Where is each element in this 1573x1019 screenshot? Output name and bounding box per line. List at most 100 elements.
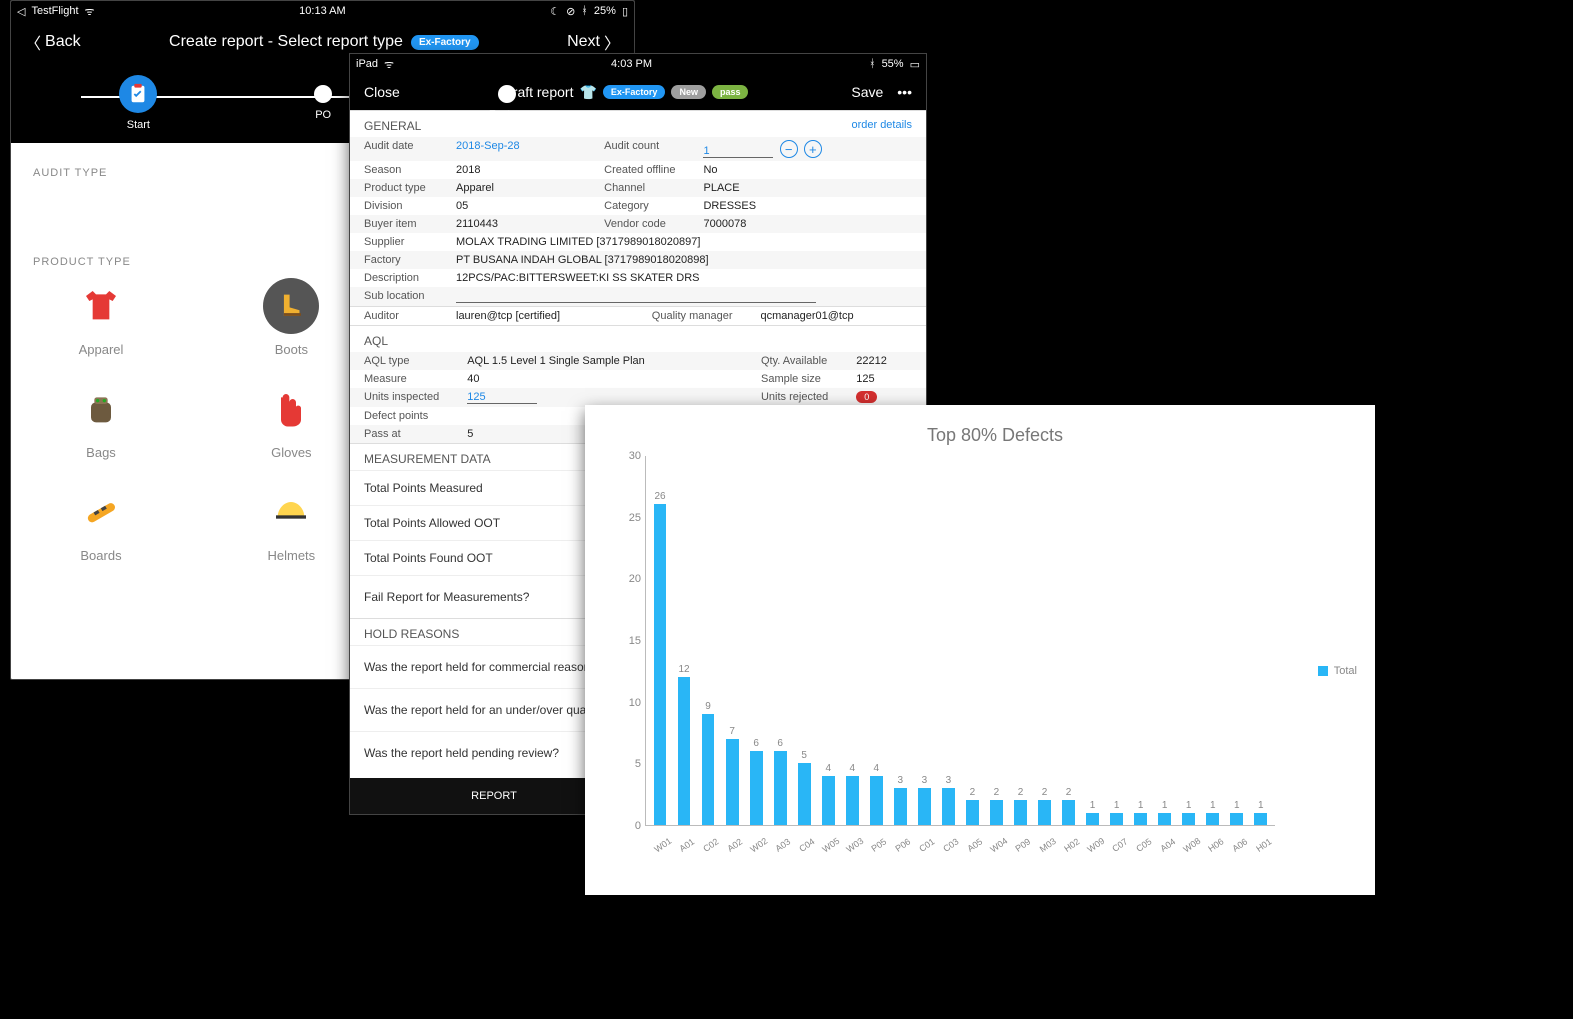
- general-table: Audit date2018-Sep-28 Audit count 1 − + …: [350, 137, 926, 306]
- clipboard-icon: [119, 75, 157, 113]
- next-label: Next: [567, 33, 600, 51]
- bar-H02: 2: [1059, 787, 1079, 825]
- bar: [1062, 800, 1075, 825]
- x-tick: P06: [892, 835, 914, 855]
- minus-button[interactable]: −: [780, 140, 798, 158]
- bar: [1134, 813, 1147, 825]
- x-tick: W05: [820, 835, 842, 855]
- bar-C02: 9: [698, 701, 718, 825]
- bar: [798, 763, 811, 825]
- audit-count-value[interactable]: 1: [703, 145, 773, 158]
- bar: [654, 504, 667, 825]
- product-gloves[interactable]: Gloves: [241, 381, 341, 460]
- tshirt-red-icon: 👕: [579, 84, 596, 101]
- save-button[interactable]: Save: [851, 84, 883, 100]
- bar-P05: 4: [866, 763, 886, 825]
- bar-W04: 2: [986, 787, 1006, 825]
- bluetooth-icon: ᚼ: [581, 5, 588, 17]
- sublocation-input[interactable]: [456, 290, 816, 303]
- y-tick: 0: [635, 820, 641, 832]
- x-tick: W02: [748, 835, 770, 855]
- bar-P09: 2: [1010, 787, 1030, 825]
- back-button[interactable]: 〈 Back: [25, 30, 81, 54]
- bar-value-label: 1: [1186, 800, 1192, 811]
- bar: [918, 788, 931, 825]
- device-label: iPad: [356, 58, 378, 70]
- bar-W08: 1: [1179, 800, 1199, 825]
- product-apparel[interactable]: Apparel: [51, 278, 151, 357]
- bar: [1158, 813, 1171, 825]
- y-tick: 20: [629, 573, 641, 585]
- general-label: GENERAL: [364, 119, 421, 133]
- product-boots[interactable]: Boots: [241, 278, 341, 357]
- bar-C04: 5: [794, 750, 814, 825]
- chevron-left-icon: 〈: [25, 30, 41, 54]
- y-tick: 10: [629, 697, 641, 709]
- bar-value-label: 7: [729, 726, 735, 737]
- bar: [1254, 813, 1267, 825]
- step-po[interactable]: PO: [314, 85, 332, 121]
- more-icon[interactable]: •••: [897, 84, 912, 100]
- product-helmets[interactable]: Helmets: [241, 484, 341, 563]
- x-tick: W09: [1084, 835, 1106, 855]
- bar-A05: 2: [962, 787, 982, 825]
- bar: [750, 751, 763, 825]
- bar: [894, 788, 907, 825]
- bar-value-label: 2: [1042, 787, 1048, 798]
- x-tick: M03: [1036, 835, 1058, 855]
- pill-new: New: [671, 85, 706, 99]
- product-boards[interactable]: Boards: [51, 484, 151, 563]
- y-tick: 30: [629, 450, 641, 462]
- bar-A03: 6: [770, 738, 790, 825]
- x-tick: H01: [1253, 835, 1275, 855]
- wifi-icon: ᯤ: [85, 4, 95, 19]
- back-label: Back: [45, 33, 81, 51]
- y-tick: 15: [629, 635, 641, 647]
- chart-area: 051015202530 261297665444333222221111111…: [645, 456, 1275, 846]
- aql-label: AQL: [364, 334, 388, 348]
- next-button[interactable]: Next 〉: [567, 30, 620, 54]
- status-time-2: 4:03 PM: [394, 58, 869, 70]
- bar-value-label: 1: [1234, 800, 1240, 811]
- bar-value-label: 3: [922, 775, 928, 786]
- bar-H01: 1: [1251, 800, 1271, 825]
- bar-M03: 2: [1035, 787, 1055, 825]
- product-bags[interactable]: Bags: [51, 381, 151, 460]
- plus-button[interactable]: +: [804, 140, 822, 158]
- bar-W05: 4: [818, 763, 838, 825]
- units-inspected-value[interactable]: 125: [467, 391, 537, 404]
- snowboard-icon: [73, 484, 129, 540]
- bar-value-label: 1: [1162, 800, 1168, 811]
- x-tick: C03: [940, 835, 962, 855]
- close-button[interactable]: Close: [364, 84, 400, 100]
- step-start[interactable]: Start: [119, 75, 157, 131]
- x-tick: A02: [724, 835, 746, 855]
- step-factory[interactable]: Factory: [489, 85, 526, 121]
- x-tick: A01: [676, 835, 698, 855]
- units-rejected-badge: 0: [856, 391, 877, 403]
- bar-value-label: 4: [874, 763, 880, 774]
- legend-swatch: [1318, 666, 1328, 676]
- bar-value-label: 26: [654, 491, 665, 502]
- helmet-icon: [263, 484, 319, 540]
- chart-title: Top 80% Defects: [635, 425, 1355, 446]
- audit-date-value[interactable]: 2018-Sep-28: [442, 137, 590, 161]
- x-tick: C02: [700, 835, 722, 855]
- x-tick: A05: [964, 835, 986, 855]
- legend-label: Total: [1334, 665, 1357, 677]
- bar: [966, 800, 979, 825]
- order-details-link[interactable]: order details: [851, 119, 912, 133]
- bar: [870, 776, 883, 825]
- bar-value-label: 9: [705, 701, 711, 712]
- x-tick: A06: [1229, 835, 1251, 855]
- bar: [1014, 800, 1027, 825]
- backpack-icon: [73, 381, 129, 437]
- bar-A04: 1: [1155, 800, 1175, 825]
- x-tick: W01: [652, 835, 674, 855]
- x-tick: C05: [1132, 835, 1154, 855]
- back-app-icon: ◁: [17, 5, 25, 18]
- status-time: 10:13 AM: [95, 5, 551, 17]
- bar-C01: 3: [914, 775, 934, 825]
- bar: [1206, 813, 1219, 825]
- bar: [822, 776, 835, 825]
